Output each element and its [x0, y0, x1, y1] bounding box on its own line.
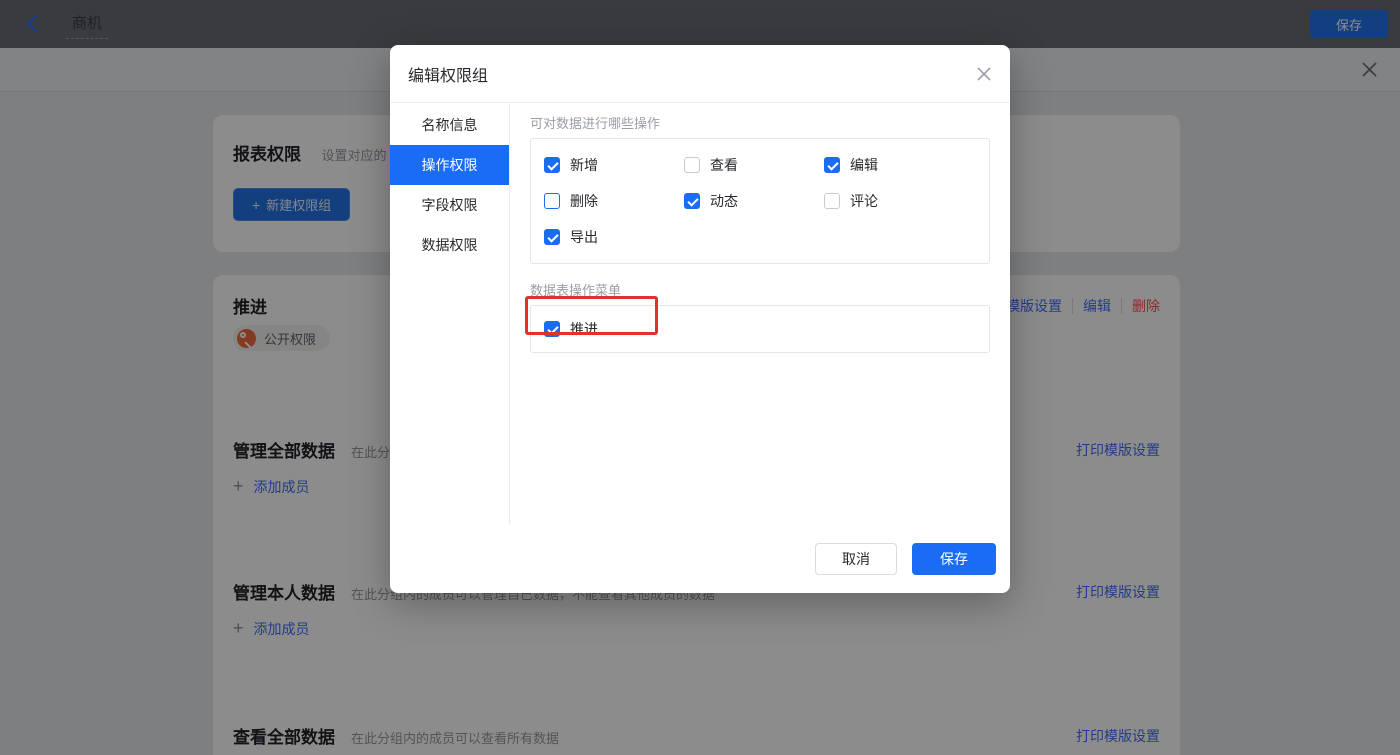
checkbox-item-add[interactable]: 新增 [544, 155, 684, 175]
checkbox-item-advance[interactable]: 推进 [544, 319, 684, 339]
checkbox-item-edit[interactable]: 编辑 [824, 155, 964, 175]
operation-permission-pane: 可对数据进行哪些操作 新增 查看 编辑 [510, 103, 1010, 525]
close-icon [976, 66, 992, 82]
checkbox-checked-icon[interactable] [824, 157, 840, 173]
checkbox-item-view[interactable]: 查看 [684, 155, 824, 175]
tab-name-info[interactable]: 名称信息 [390, 105, 509, 145]
tab-data-permission[interactable]: 数据权限 [390, 225, 509, 265]
checkbox-unchecked-icon[interactable] [824, 193, 840, 209]
modal-tab-list: 名称信息 操作权限 字段权限 数据权限 [390, 103, 510, 525]
checkbox-checked-icon[interactable] [684, 193, 700, 209]
tab-operation-permission[interactable]: 操作权限 [390, 145, 509, 185]
checkbox-unchecked-icon[interactable] [544, 193, 560, 209]
modal-header: 编辑权限组 [390, 45, 1010, 103]
section-label: 可对数据进行哪些操作 [530, 113, 990, 132]
checkbox-item-delete[interactable]: 删除 [544, 191, 684, 211]
edit-permission-group-modal: 编辑权限组 名称信息 操作权限 字段权限 数据权限 可对数据进行哪些操作 新增 [390, 45, 1010, 593]
section-label: 数据表操作菜单 [530, 280, 990, 299]
checkbox-item-export[interactable]: 导出 [544, 227, 684, 247]
modal-body: 名称信息 操作权限 字段权限 数据权限 可对数据进行哪些操作 新增 查看 [390, 103, 1010, 525]
table-menu-checkbox-box: 推进 [530, 305, 990, 353]
save-button[interactable]: 保存 [912, 543, 996, 575]
checkbox-checked-icon[interactable] [544, 321, 560, 337]
cancel-button[interactable]: 取消 [815, 543, 897, 575]
tab-field-permission[interactable]: 字段权限 [390, 185, 509, 225]
modal-close-button[interactable] [976, 66, 992, 82]
checkbox-item-activity[interactable]: 动态 [684, 191, 824, 211]
checkbox-checked-icon[interactable] [544, 229, 560, 245]
checkbox-unchecked-icon[interactable] [684, 157, 700, 173]
modal-footer: 取消 保存 [390, 525, 1010, 593]
operation-checkbox-box: 新增 查看 编辑 删除 [530, 138, 990, 264]
checkbox-item-comment[interactable]: 评论 [824, 191, 964, 211]
modal-title: 编辑权限组 [408, 62, 488, 86]
checkbox-checked-icon[interactable] [544, 157, 560, 173]
